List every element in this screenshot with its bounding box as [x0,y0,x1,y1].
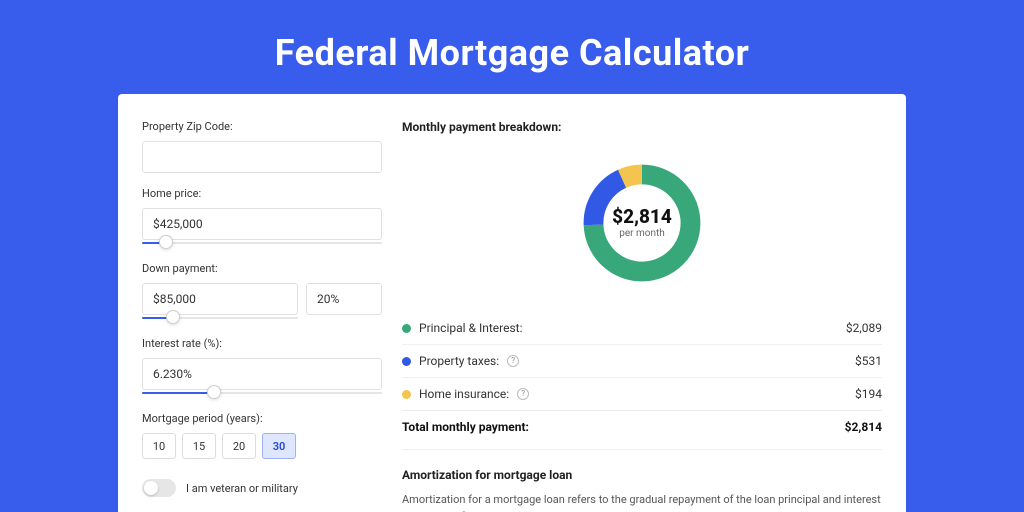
mortgage-period-label: Mortgage period (years): [142,412,386,425]
veteran-toggle[interactable] [142,479,176,497]
payment-legend: Principal & Interest: $2,089 Property taxe… [402,312,882,443]
breakdown-title: Monthly payment breakdown: [402,120,882,134]
zip-input[interactable] [142,141,382,173]
legend-row-principal_interest: Principal & Interest: $2,089 [402,312,882,344]
calculator-panel: Property Zip Code: Home price: Down paym… [118,94,906,512]
principal_interest-value: $2,089 [846,321,882,335]
down-payment-slider-thumb[interactable] [166,310,180,324]
property_taxes-value: $531 [855,354,882,368]
principal_interest-label: Principal & Interest: [419,321,523,335]
period-option-15[interactable]: 15 [182,433,216,459]
donut-center-sub: per month [619,228,665,239]
home-price-label: Home price: [142,187,386,200]
home-price-slider[interactable] [142,238,382,248]
legend-row-home_insurance: Home insurance:? $194 [402,377,882,410]
home_insurance-value: $194 [855,387,882,401]
interest-rate-input[interactable] [142,358,382,390]
principal_interest-dot-icon [402,324,411,333]
period-option-30[interactable]: 30 [262,433,296,459]
interest-rate-label: Interest rate (%): [142,337,386,350]
property_taxes-dot-icon [402,357,411,366]
home-price-slider-thumb[interactable] [159,235,173,249]
down-payment-amount-input[interactable] [142,283,298,315]
legend-row-property_taxes: Property taxes:? $531 [402,344,882,377]
input-form: Property Zip Code: Home price: Down paym… [118,120,386,512]
property_taxes-label: Property taxes: [419,354,499,368]
home_insurance-dot-icon [402,390,411,399]
legend-row-total: Total monthly payment: $2,814 [402,410,882,443]
results-panel: Monthly payment breakdown: $2,814 per mo… [386,120,906,512]
home-price-input[interactable] [142,208,382,240]
interest-rate-slider-thumb[interactable] [207,385,221,399]
total-value: $2,814 [845,420,882,434]
home_insurance-label: Home insurance: [419,387,509,401]
down-payment-percent-input[interactable] [306,283,382,315]
donut-center-amount: $2,814 [612,207,672,226]
property_taxes-info-icon[interactable]: ? [507,355,519,367]
amortization-body: Amortization for a mortgage loan refers … [402,492,882,512]
amortization-title: Amortization for mortgage loan [402,449,882,482]
veteran-toggle-label: I am veteran or military [186,482,298,495]
home_insurance-info-icon[interactable]: ? [517,388,529,400]
payment-donut-chart: $2,814 per month [402,148,882,298]
period-option-10[interactable]: 10 [142,433,176,459]
interest-rate-slider[interactable] [142,388,382,398]
total-label: Total monthly payment: [402,420,529,434]
down-payment-label: Down payment: [142,262,386,275]
zip-label: Property Zip Code: [142,120,386,133]
mortgage-period-options: 10152030 [142,433,386,459]
page-title: Federal Mortgage Calculator [0,0,1024,94]
period-option-20[interactable]: 20 [222,433,256,459]
down-payment-slider[interactable] [142,313,298,323]
